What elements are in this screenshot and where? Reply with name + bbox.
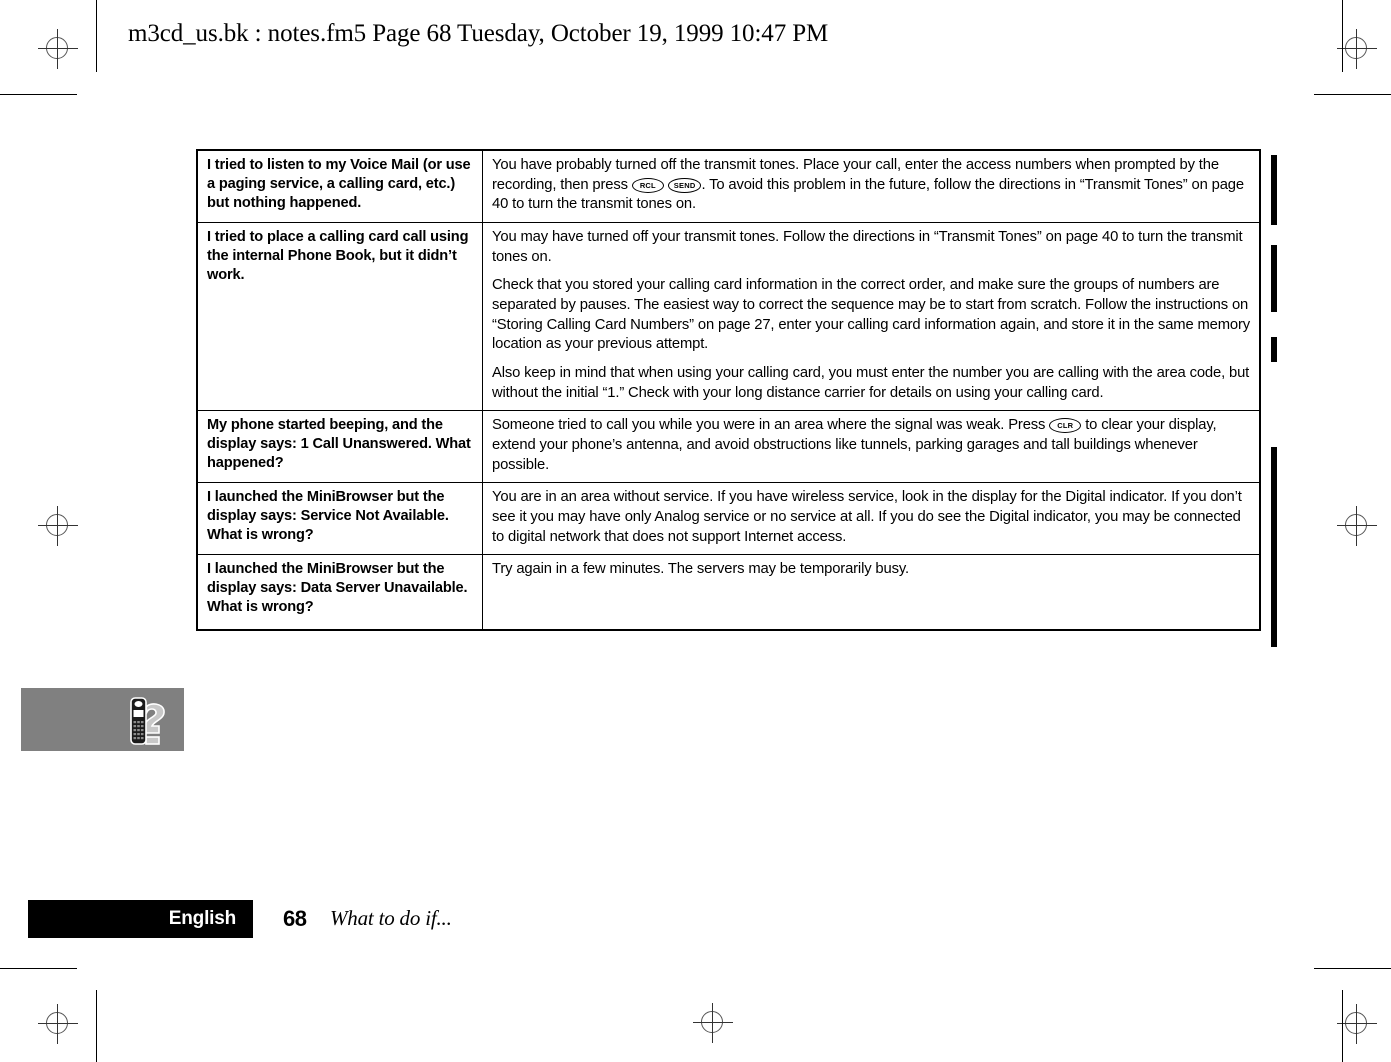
registration-vertical-line: [57, 1004, 58, 1044]
registration-vertical-line: [1356, 506, 1357, 546]
table-row: My phone started beeping, and the displa…: [196, 410, 1261, 484]
question-mark-dot: [145, 736, 160, 745]
language-label: English: [168, 908, 236, 929]
registration-horizontal-line: [38, 48, 78, 49]
registration-mark-top-right: [1337, 29, 1377, 69]
clr-key-icon: CLR: [1049, 418, 1082, 434]
phone-earpiece: [134, 701, 143, 707]
table-cell-answer: You may have turned off your transmit to…: [482, 222, 1261, 412]
rcl-key-icon: RCL: [631, 177, 664, 193]
table-row: I tried to place a calling card call usi…: [196, 222, 1261, 412]
troubleshooting-table-wrapper: I tried to listen to my Voice Mail (or u…: [196, 149, 1261, 632]
table-cell-question: I launched the MiniBrowser but the displ…: [196, 554, 483, 631]
phone-display: [133, 710, 144, 717]
change-bar-row-2: [1271, 245, 1277, 312]
registration-horizontal-line: [38, 1023, 78, 1024]
document-header-info: m3cd_us.bk : notes.fm5 Page 68 Tuesday, …: [128, 20, 829, 47]
registration-vertical-line: [712, 1003, 713, 1043]
answer-paragraph: You may have turned off your transmit to…: [492, 229, 1243, 265]
registration-horizontal-line: [1337, 525, 1377, 526]
answer-paragraph: Also keep in mind that when using your c…: [492, 365, 1250, 401]
table-cell-question: I tried to listen to my Voice Mail (or u…: [196, 149, 483, 224]
table-cell-answer: Someone tried to call you while you were…: [482, 410, 1261, 484]
question-mark-shape: [143, 703, 165, 734]
registration-mark-bottom-right: [1337, 1004, 1377, 1044]
troubleshooting-table: I tried to listen to my Voice Mail (or u…: [196, 149, 1261, 632]
registration-mark-mid-left: [38, 506, 78, 546]
registration-horizontal-line: [38, 525, 78, 526]
table-cell-question: I tried to place a calling card call usi…: [196, 222, 483, 412]
change-bar-row-3: [1271, 447, 1277, 647]
answer-paragraph: Check that you stored your calling card …: [492, 277, 1251, 353]
table-row: I tried to listen to my Voice Mail (or u…: [196, 149, 1261, 224]
crop-line-left-vertical: [96, 0, 97, 72]
table-row: I launched the MiniBrowser but the displ…: [196, 482, 1261, 556]
registration-vertical-line: [57, 506, 58, 546]
crop-line-bottom-left-vertical: [96, 990, 97, 1062]
table-cell-question: I launched the MiniBrowser but the displ…: [196, 482, 483, 556]
table-row: I launched the MiniBrowser but the displ…: [196, 554, 1261, 631]
registration-mark-top-left: [38, 29, 78, 69]
table-cell-answer: You are in an area without service. If y…: [482, 482, 1261, 556]
language-tab: English: [28, 900, 253, 938]
crop-line-top-left-horizontal: [0, 94, 77, 95]
table-cell-answer: Try again in a few minutes. The servers …: [482, 554, 1261, 631]
change-bar-row-1: [1271, 155, 1277, 225]
registration-vertical-line: [57, 29, 58, 69]
crop-line-right-vertical: [1342, 0, 1343, 72]
answer-text-segment: Someone tried to call you while you were…: [492, 417, 1050, 434]
chapter-icon-box: [21, 688, 184, 751]
answer-paragraph: You have probably turned off the transmi…: [492, 156, 1252, 215]
send-key-icon: SEND: [667, 177, 702, 193]
crop-line-top-right-horizontal: [1314, 94, 1391, 95]
page-number: 68: [283, 906, 307, 931]
registration-horizontal-line: [1337, 1023, 1377, 1024]
registration-vertical-line: [1356, 1004, 1357, 1044]
phone-question-icon: [130, 697, 165, 745]
footer-section-title: What to do if...: [330, 906, 452, 930]
crop-line-bottom-left-horizontal: [0, 968, 77, 969]
registration-vertical-line: [1356, 29, 1357, 69]
registration-mark-bottom-left: [38, 1004, 78, 1044]
change-bar-row-2b: [1271, 337, 1277, 362]
table-cell-answer: You have probably turned off the transmi…: [482, 149, 1261, 224]
crop-line-bottom-right-vertical: [1342, 990, 1343, 1062]
answer-paragraph: Someone tried to call you while you were…: [492, 416, 1252, 475]
registration-mark-mid-right: [1337, 506, 1377, 546]
registration-horizontal-line: [1337, 48, 1377, 49]
registration-horizontal-line: [693, 1022, 733, 1023]
table-cell-question: My phone started beeping, and the displa…: [196, 410, 483, 484]
crop-line-bottom-right-horizontal: [1314, 968, 1391, 969]
registration-mark-bottom-center: [693, 1003, 733, 1043]
